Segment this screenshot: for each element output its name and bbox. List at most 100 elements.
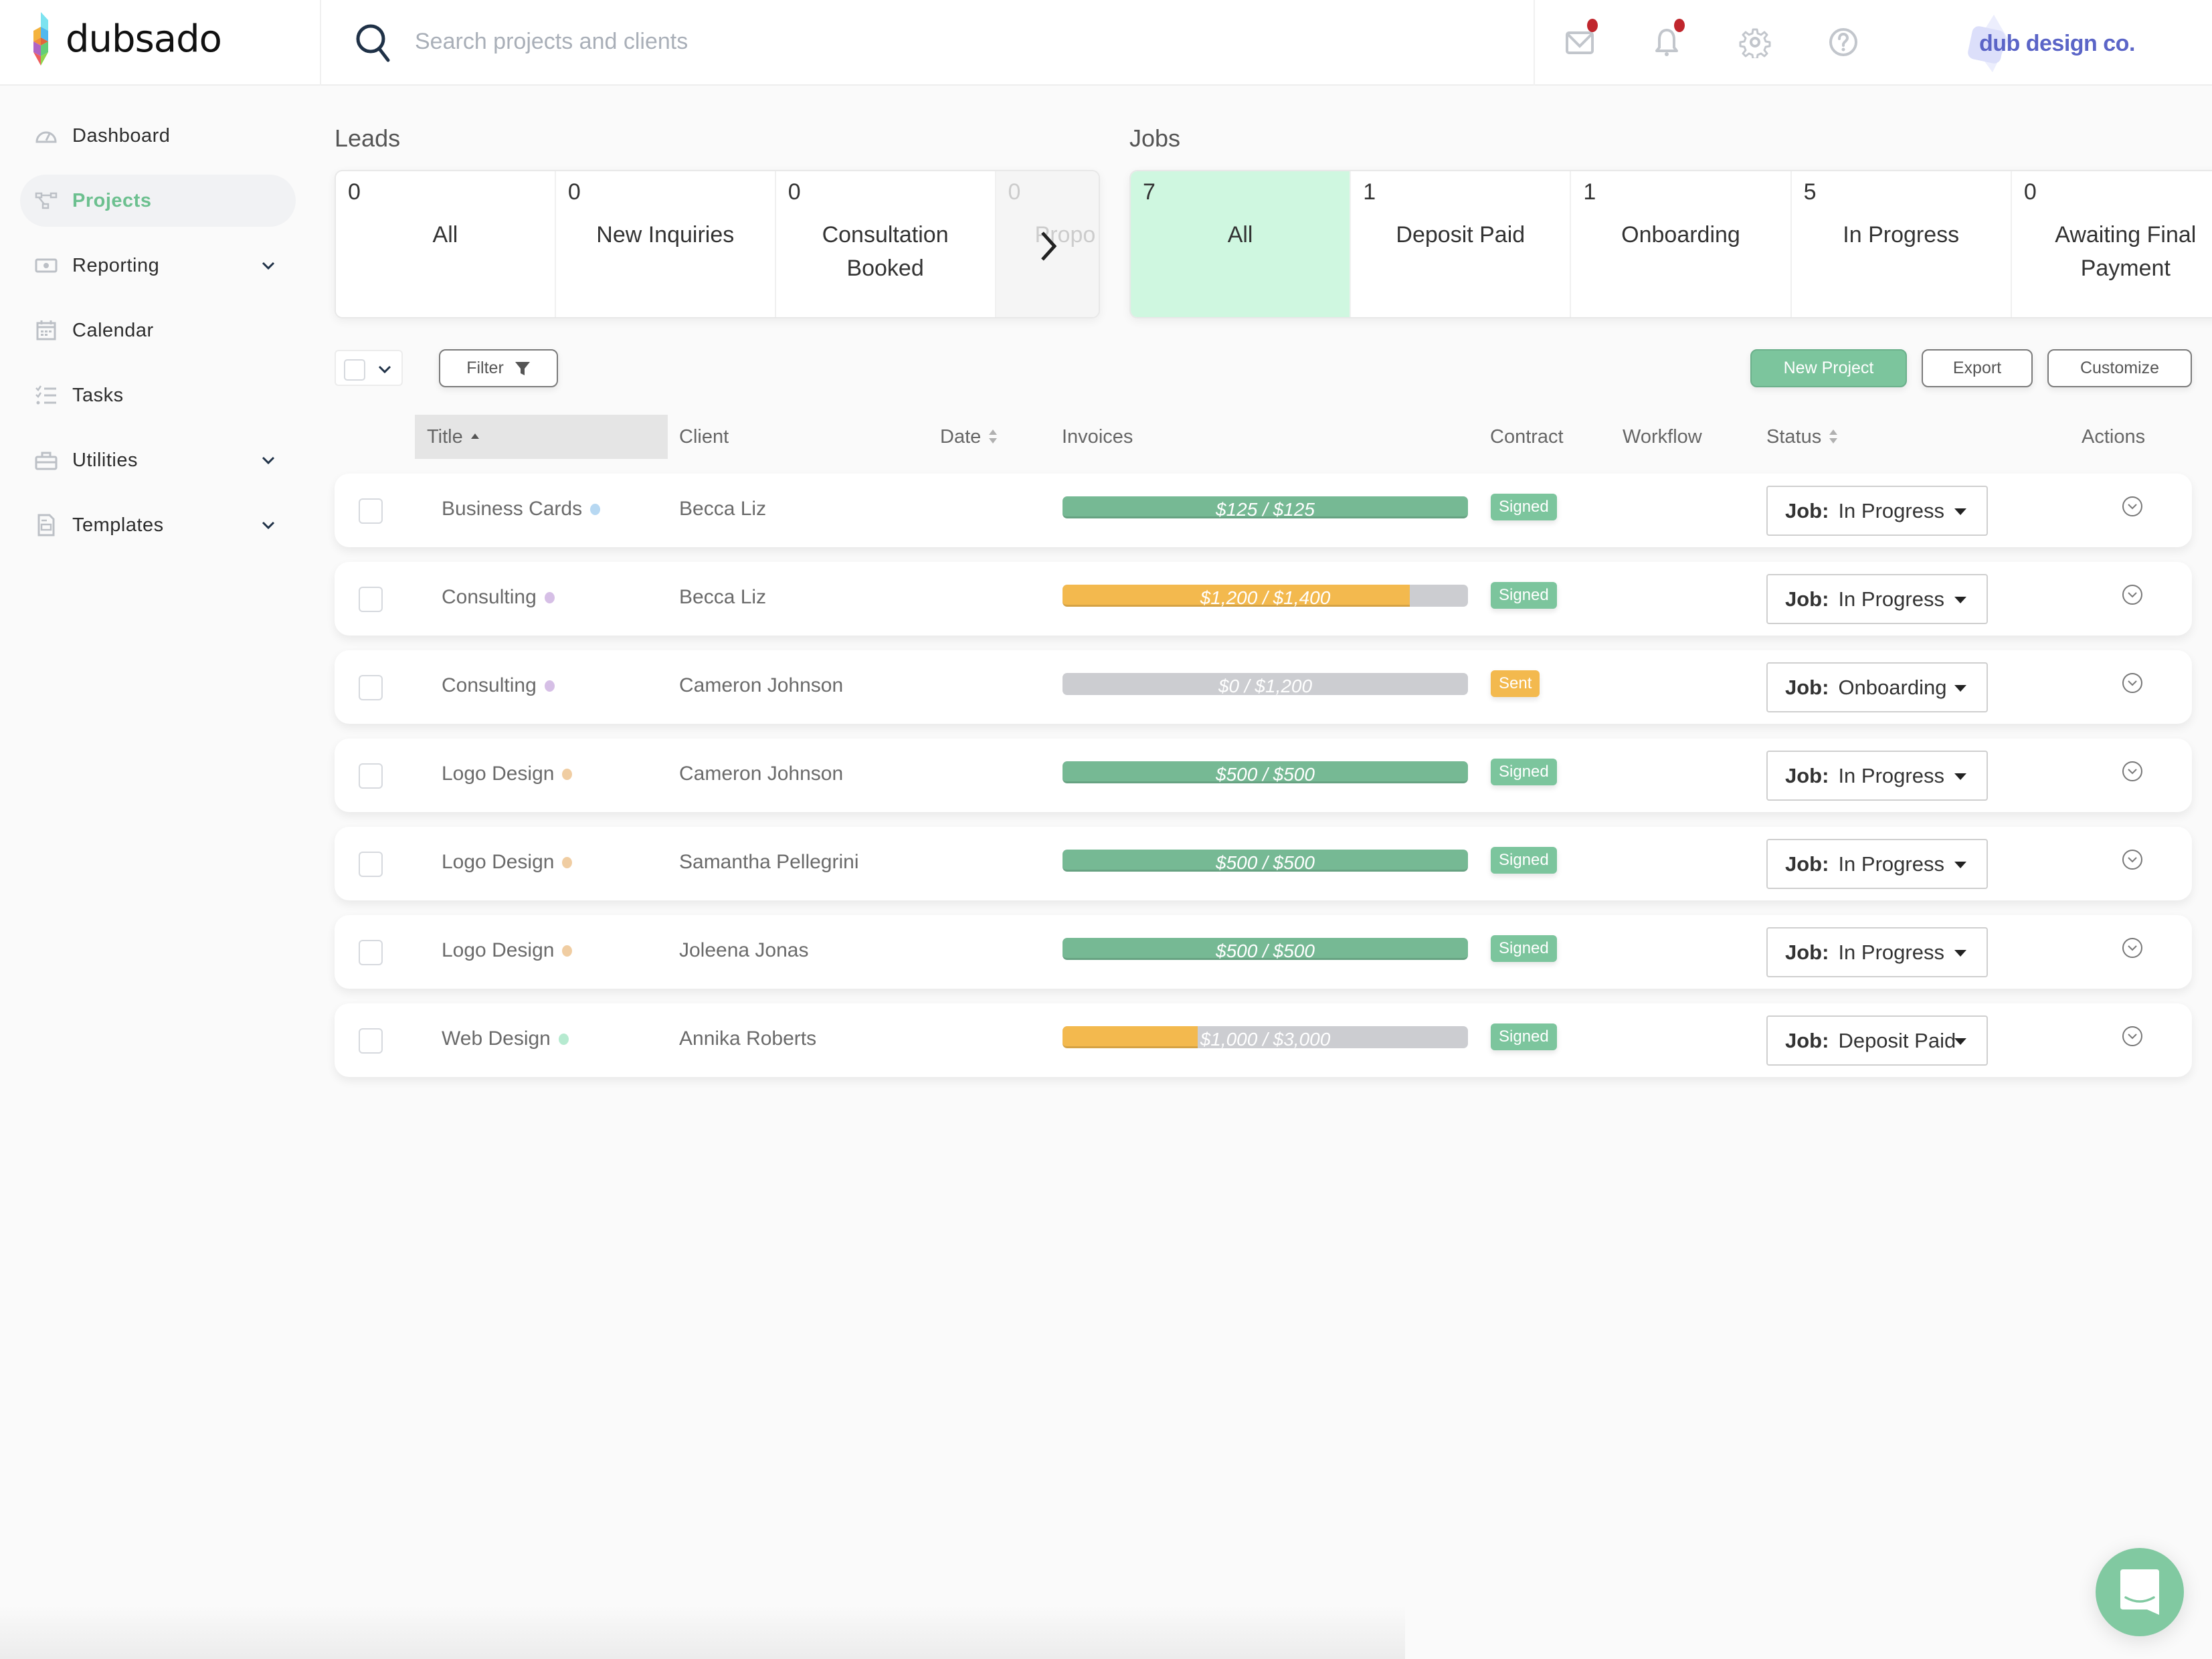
invoice-progress-bar[interactable]: $0 / $1,200 <box>1063 673 1468 695</box>
jobs-stage-awaiting-final-payment[interactable]: 0 Awaiting Final Payment <box>2011 171 2212 317</box>
row-actions-chevron-icon[interactable] <box>2121 760 2144 783</box>
settings-button[interactable] <box>1732 19 1778 66</box>
column-header-status[interactable]: Status <box>1766 415 1839 459</box>
column-header-date[interactable]: Date <box>940 415 998 459</box>
invoice-progress-bar[interactable]: $125 / $125 <box>1063 496 1468 518</box>
jobs-stage-all[interactable]: 7 All <box>1131 171 1352 317</box>
leads-stage-new-inquiries[interactable]: 0 New Inquiries <box>555 171 776 317</box>
project-type-dot <box>558 1033 569 1045</box>
caret-down-icon <box>1954 508 1966 515</box>
export-button[interactable]: Export <box>1922 349 2033 387</box>
row-actions-chevron-icon[interactable] <box>2121 1025 2144 1048</box>
chevron-down-icon[interactable] <box>260 452 277 469</box>
table-row[interactable]: Web Design Annika Roberts $1,000 / $3,000 S… <box>335 1003 2192 1077</box>
table-row[interactable]: Logo Design Cameron Johnson $500 / $500 Sig… <box>335 739 2192 812</box>
messages-button[interactable] <box>1556 19 1603 66</box>
jobs-pipeline: 7 All 1 Deposit Paid 1 Onboarding 5 In P… <box>1129 170 2212 318</box>
client-name[interactable]: Samantha Pellegrini <box>679 851 859 874</box>
row-actions-chevron-icon[interactable] <box>2121 495 2144 518</box>
leads-stage-consultation-booked[interactable]: 0 Consultation Booked <box>775 171 996 317</box>
sidebar-item-projects[interactable]: Projects <box>20 175 296 227</box>
contract-status-badge[interactable]: Signed <box>1491 759 1557 785</box>
status-dropdown[interactable]: Job: In Progress <box>1766 751 1988 801</box>
status-dropdown[interactable]: Job: In Progress <box>1766 574 1988 624</box>
contract-status-badge[interactable]: Signed <box>1491 847 1557 874</box>
contract-status-badge[interactable]: Signed <box>1491 494 1557 520</box>
status-value: Deposit Paid <box>1838 1028 1956 1052</box>
client-name[interactable]: Becca Liz <box>679 586 766 609</box>
invoice-progress-bar[interactable]: $500 / $500 <box>1063 938 1468 960</box>
client-name[interactable]: Cameron Johnson <box>679 674 843 697</box>
client-name[interactable]: Annika Roberts <box>679 1028 816 1050</box>
table-row[interactable]: Business Cards Becca Liz $125 / $125 Signed… <box>335 474 2192 547</box>
table-row[interactable]: Logo Design Joleena Jonas $500 / $500 Signe… <box>335 915 2192 989</box>
contract-status-badge[interactable]: Signed <box>1491 1023 1557 1050</box>
project-title[interactable]: Web Design <box>442 1028 569 1050</box>
table-row[interactable]: Consulting Becca Liz $1,200 / $1,400 Signed… <box>335 562 2192 636</box>
status-dropdown[interactable]: Job: In Progress <box>1766 927 1988 977</box>
customize-button[interactable]: Customize <box>2047 349 2192 387</box>
jobs-stage-in-progress[interactable]: 5 In Progress <box>1791 171 2012 317</box>
sidebar-item-templates[interactable]: Templates <box>20 499 296 551</box>
project-title[interactable]: Business Cards <box>442 498 601 520</box>
bulk-select-dropdown[interactable] <box>335 350 403 386</box>
project-title[interactable]: Logo Design <box>442 851 573 874</box>
sidebar-item-utilities[interactable]: Utilities <box>20 434 296 486</box>
status-dropdown[interactable]: Job: In Progress <box>1766 839 1988 889</box>
project-type-dot <box>562 945 573 957</box>
jobs-stage-deposit-paid[interactable]: 1 Deposit Paid <box>1351 171 1572 317</box>
jobs-stage-onboarding[interactable]: 1 Onboarding <box>1571 171 1792 317</box>
project-title[interactable]: Logo Design <box>442 763 573 785</box>
row-actions-chevron-icon[interactable] <box>2121 937 2144 959</box>
status-dropdown[interactable]: Job: In Progress <box>1766 486 1988 536</box>
client-name[interactable]: Joleena Jonas <box>679 939 808 962</box>
table-row[interactable]: Consulting Cameron Johnson $0 / $1,200 Sent… <box>335 650 2192 724</box>
row-checkbox[interactable] <box>359 587 383 612</box>
row-actions-chevron-icon[interactable] <box>2121 848 2144 871</box>
client-name[interactable]: Becca Liz <box>679 498 766 520</box>
row-checkbox[interactable] <box>359 498 383 524</box>
chevron-down-icon[interactable] <box>260 257 277 274</box>
row-checkbox[interactable] <box>359 763 383 789</box>
search-input[interactable] <box>415 20 1485 63</box>
sidebar-item-dashboard[interactable]: Dashboard <box>20 110 296 162</box>
invoice-progress-bar[interactable]: $500 / $500 <box>1063 761 1468 783</box>
invoice-progress-bar[interactable]: $1,200 / $1,400 <box>1063 585 1468 607</box>
sidebar-item-tasks[interactable]: Tasks <box>20 369 296 421</box>
project-title[interactable]: Logo Design <box>442 939 573 962</box>
client-name[interactable]: Cameron Johnson <box>679 763 843 785</box>
invoice-progress-bar[interactable]: $1,000 / $3,000 <box>1063 1026 1468 1048</box>
row-actions-chevron-icon[interactable] <box>2121 672 2144 694</box>
row-checkbox[interactable] <box>359 940 383 965</box>
help-button[interactable] <box>1820 19 1867 66</box>
invoice-progress-bar[interactable]: $500 / $500 <box>1063 850 1468 872</box>
new-project-button[interactable]: New Project <box>1750 349 1907 387</box>
filter-button[interactable]: Filter <box>439 349 558 387</box>
account-brand[interactable]: dub design co. <box>1967 13 2135 74</box>
stage-label: In Progress <box>1843 222 1960 248</box>
chevron-down-icon[interactable] <box>260 516 277 534</box>
row-actions-chevron-icon[interactable] <box>2121 583 2144 606</box>
leads-stage-all[interactable]: 0 All <box>336 171 556 317</box>
status-dropdown[interactable]: Job: Onboarding <box>1766 662 1988 712</box>
sidebar-item-reporting[interactable]: Reporting <box>20 239 296 292</box>
row-checkbox[interactable] <box>359 675 383 700</box>
project-title[interactable]: Consulting <box>442 586 555 609</box>
row-checkbox[interactable] <box>359 1028 383 1054</box>
row-checkbox[interactable] <box>359 852 383 877</box>
select-all-checkbox[interactable] <box>344 359 365 381</box>
chevron-right-icon[interactable] <box>1036 227 1063 265</box>
chat-launcher[interactable] <box>2096 1548 2184 1636</box>
app-logo[interactable]: dubsado <box>24 12 222 66</box>
notifications-button[interactable] <box>1643 19 1690 66</box>
contract-status-badge[interactable]: Signed <box>1491 935 1557 962</box>
project-title[interactable]: Consulting <box>442 674 555 697</box>
column-header-title[interactable]: Title <box>415 415 668 459</box>
stage-count: 0 <box>348 179 361 205</box>
contract-status-badge[interactable]: Sent <box>1491 670 1540 697</box>
sidebar-item-calendar[interactable]: Calendar <box>20 304 296 357</box>
contract-status-badge[interactable]: Signed <box>1491 582 1557 609</box>
status-dropdown[interactable]: Job: Deposit Paid <box>1766 1015 1988 1066</box>
search-icon[interactable] <box>355 23 392 63</box>
table-row[interactable]: Logo Design Samantha Pellegrini $500 / $50… <box>335 827 2192 900</box>
